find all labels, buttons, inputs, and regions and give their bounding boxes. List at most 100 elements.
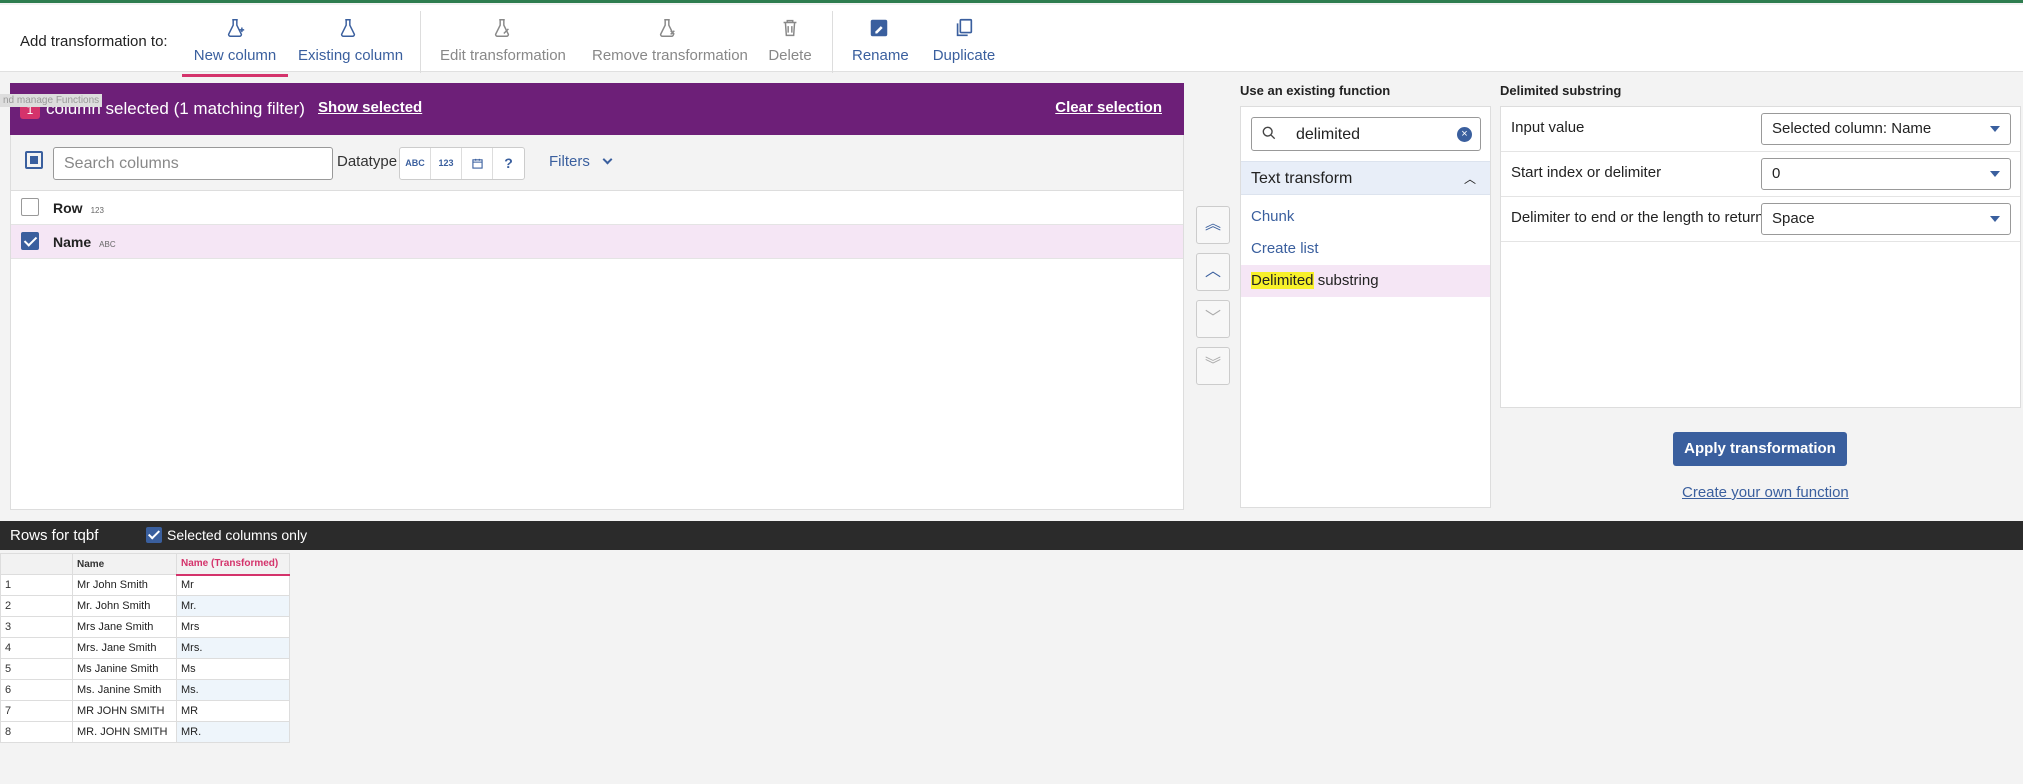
cell: MR JOHN SMITH [72, 700, 177, 722]
move-up-button[interactable]: ︿ [1196, 253, 1230, 291]
table-row: 4 Mrs. Jane Smith Mrs. [0, 637, 290, 659]
remove-transformation-label: Remove transformation [592, 47, 748, 64]
cell: Ms [176, 658, 290, 680]
row-number: 6 [0, 679, 73, 701]
delete-label: Delete [768, 47, 812, 64]
function-item-selected[interactable]: Delimited substring [1241, 265, 1490, 297]
clear-selection-link[interactable]: Clear selection [1055, 99, 1162, 116]
datatype-text-button[interactable]: ABC [400, 148, 431, 179]
filters-dropdown[interactable]: Filters [549, 153, 613, 170]
duplicate-label: Duplicate [932, 47, 996, 64]
table-row: 1 Mr John Smith Mr [0, 574, 290, 596]
new-column-label: New column [193, 47, 277, 64]
column-row[interactable]: Name ABC [11, 225, 1183, 259]
move-to-bottom-button[interactable]: ︾ [1196, 347, 1230, 385]
function-item[interactable]: Create list [1241, 233, 1490, 265]
delete-button[interactable]: Delete [768, 17, 812, 71]
apply-transformation-button[interactable]: Apply transformation [1673, 432, 1847, 466]
existing-column-button[interactable]: Existing column [298, 17, 404, 71]
datatype-unknown-button[interactable]: ? [493, 148, 524, 179]
parameter-row: Delimiter to end or the length to return… [1501, 197, 2020, 242]
rename-label: Rename [852, 47, 909, 64]
function-item-rest: substring [1313, 272, 1379, 289]
flask-remove-icon [592, 17, 742, 43]
toolbar-divider [832, 11, 833, 73]
row-number: 2 [0, 595, 73, 617]
function-group-header[interactable]: Text transform ︿ [1241, 161, 1490, 195]
duplicate-icon [932, 17, 996, 43]
row-number: 5 [0, 658, 73, 680]
toolbar-divider [420, 11, 421, 73]
cell: Mrs. [176, 637, 290, 659]
new-column-button[interactable]: New column [182, 17, 288, 77]
existing-column-label: Existing column [298, 47, 404, 64]
table-row: 2 Mr. John Smith Mr. [0, 595, 290, 617]
parameter-panel: Input value Selected column: Name Start … [1500, 106, 2021, 408]
parameter-row: Start index or delimiter 0 [1501, 152, 2020, 197]
select-all-checkbox[interactable] [25, 151, 43, 169]
selected-columns-only-checkbox[interactable] [146, 527, 162, 543]
function-search-input[interactable]: delimited × [1251, 117, 1481, 151]
create-own-function-link[interactable]: Create your own function [1682, 484, 1849, 501]
function-panel-title: Use an existing function [1240, 83, 1391, 98]
parameter-label: Input value [1511, 119, 1585, 136]
duplicate-button[interactable]: Duplicate [932, 17, 996, 71]
datatype-label: Datatype [337, 153, 398, 170]
datatype-date-button[interactable] [462, 148, 493, 179]
calendar-icon [471, 158, 483, 169]
flask-icon [298, 17, 398, 43]
parameter-label: Delimiter to end or the length to return [1511, 209, 1764, 226]
cell: Mrs. Jane Smith [72, 637, 177, 659]
preview-title: Rows for tqbf [10, 527, 99, 544]
clear-search-icon[interactable]: × [1457, 127, 1472, 142]
row-number: 4 [0, 637, 73, 659]
chevron-up-icon: ︿ [1204, 263, 1221, 280]
parameter-label: Start index or delimiter [1511, 164, 1662, 181]
chevron-down-icon [602, 154, 613, 165]
delimiter-end-select[interactable]: Space [1761, 203, 2011, 235]
cell: Mrs Jane Smith [72, 616, 177, 638]
cell: MR [176, 700, 290, 722]
toolbar: Add transformation to: New column Existi… [0, 5, 2023, 77]
edit-transformation-button[interactable]: Edit transformation [440, 17, 566, 71]
cell: Ms Janine Smith [72, 658, 177, 680]
cell: Ms. [176, 679, 290, 701]
flask-edit-icon [440, 17, 564, 43]
top-accent-line [0, 0, 2023, 3]
column-name: Row [53, 200, 83, 216]
function-panel: delimited × Text transform ︿ Chunk Creat… [1240, 106, 1491, 508]
cell: Mr. [176, 595, 290, 617]
trash-icon [768, 17, 812, 43]
input-value-select[interactable]: Selected column: Name [1761, 113, 2011, 145]
column-checkbox[interactable] [21, 198, 39, 216]
cell: MR. [176, 721, 290, 743]
column-type: 123 [90, 206, 104, 215]
show-selected-link[interactable]: Show selected [318, 99, 422, 116]
cell: Mr [176, 574, 290, 596]
rename-button[interactable]: Rename [852, 17, 909, 71]
start-index-select[interactable]: 0 [1761, 158, 2011, 190]
table-row: 6 Ms. Janine Smith Ms. [0, 679, 290, 701]
column-filter-bar: Search columns Datatype ABC 123 ? Filter… [10, 135, 1184, 190]
cell: MR. JOHN SMITH [72, 721, 177, 743]
column-row[interactable]: Row 123 [11, 191, 1183, 225]
move-to-top-button[interactable]: ︽ [1196, 206, 1230, 244]
double-chevron-down-icon: ︾ [1204, 357, 1221, 374]
grid-header-row: Name Name (Transformed) [0, 553, 290, 576]
grid-header-transformed[interactable]: Name (Transformed) [176, 553, 290, 576]
column-type: ABC [99, 240, 116, 249]
table-row: 5 Ms Janine Smith Ms [0, 658, 290, 680]
preview-header-bar: Rows for tqbf Selected columns only [0, 521, 2023, 550]
filters-label: Filters [549, 153, 590, 170]
search-columns-input[interactable]: Search columns [53, 147, 333, 180]
function-item[interactable]: Chunk [1241, 201, 1490, 233]
parameter-row: Input value Selected column: Name [1501, 107, 2020, 152]
remove-transformation-button[interactable]: Remove transformation [592, 17, 748, 71]
datatype-number-button[interactable]: 123 [431, 148, 462, 179]
grid-header[interactable]: Name [72, 553, 177, 575]
chevron-down-icon: ﹀ [1204, 310, 1221, 327]
move-down-button[interactable]: ﹀ [1196, 300, 1230, 338]
row-number: 3 [0, 616, 73, 638]
column-checkbox[interactable] [21, 232, 39, 250]
parameter-panel-title: Delimited substring [1500, 83, 1622, 98]
